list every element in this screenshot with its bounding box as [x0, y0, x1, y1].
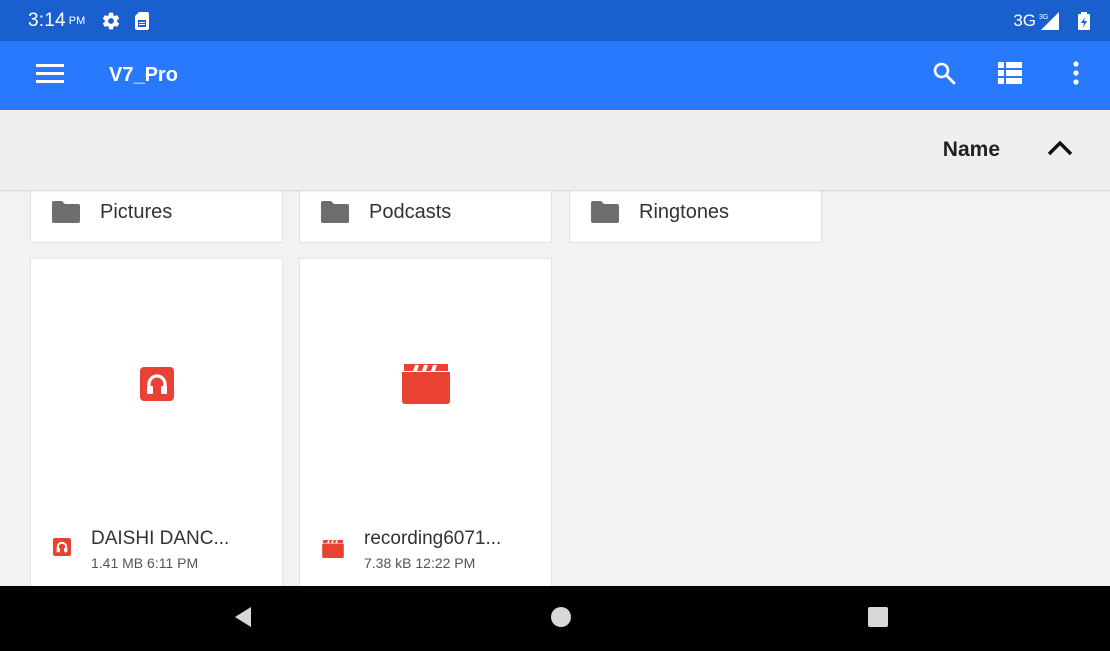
status-time: 3:14 [28, 9, 66, 31]
back-button[interactable] [213, 589, 273, 649]
file-details: 1.41 MB 6:11 PM [91, 555, 199, 571]
sort-direction-button[interactable] [1044, 134, 1076, 166]
folder-item-ringtones[interactable]: Ringtones [569, 191, 822, 243]
status-bar: 3:14 PM 3G 3G [0, 0, 1110, 41]
sort-bar: Name [0, 110, 1110, 191]
file-name: recording6071... [364, 528, 502, 549]
video-clapper-icon [401, 364, 450, 409]
folder-item-pictures[interactable]: Pictures [30, 191, 283, 243]
navigation-bar [0, 586, 1110, 651]
search-button[interactable] [922, 54, 966, 98]
file-footer: recording6071... 7.38 kB 12:22 PM [300, 527, 551, 586]
list-view-button[interactable] [988, 54, 1032, 98]
home-icon [550, 606, 572, 633]
file-grid: Pictures Podcasts Ringtones DAISHI DANC.… [0, 191, 1110, 586]
file-thumbnail [31, 259, 282, 514]
home-button[interactable] [531, 589, 591, 649]
screen: 3:14 PM 3G 3G V7_Pro Name Pictures Podca… [0, 0, 1110, 651]
video-clapper-icon [322, 540, 344, 558]
folder-name: Podcasts [369, 200, 452, 223]
file-item-audio[interactable]: DAISHI DANC... 1.41 MB 6:11 PM [30, 258, 283, 586]
more-vert-icon [1073, 61, 1079, 90]
folder-item-podcasts[interactable]: Podcasts [299, 191, 552, 243]
file-meta: DAISHI DANC... 1.41 MB 6:11 PM [91, 527, 229, 571]
status-right: 3G 3G [1013, 11, 1090, 31]
search-icon [932, 61, 956, 90]
sd-card-icon [135, 11, 150, 30]
recents-icon [868, 606, 888, 632]
app-title: V7_Pro [109, 64, 178, 86]
status-ampm: PM [68, 14, 86, 27]
list-view-icon [998, 62, 1022, 89]
file-footer: DAISHI DANC... 1.41 MB 6:11 PM [31, 527, 282, 586]
file-details: 7.38 kB 12:22 PM [364, 555, 476, 571]
menu-icon [36, 63, 64, 88]
signal-icon: 3G [1038, 11, 1060, 30]
file-name: DAISHI DANC... [91, 528, 230, 549]
network-label: 3G [1013, 10, 1036, 30]
appbar-actions [900, 54, 1098, 98]
headphones-audio-icon [53, 538, 71, 556]
file-item-video[interactable]: recording6071... 7.38 kB 12:22 PM [299, 258, 552, 586]
menu-button[interactable] [28, 54, 72, 98]
file-meta: recording6071... 7.38 kB 12:22 PM [364, 527, 501, 571]
more-options-button[interactable] [1054, 54, 1098, 98]
recents-button[interactable] [848, 589, 908, 649]
sort-by-name-button[interactable]: Name [943, 138, 1000, 162]
file-thumbnail [300, 259, 551, 514]
chevron-up-icon [1047, 140, 1073, 161]
battery-icon [1078, 11, 1090, 30]
folder-name: Pictures [100, 200, 173, 223]
folder-icon [52, 201, 80, 223]
folder-icon [321, 201, 349, 223]
headphones-audio-icon [139, 367, 174, 406]
back-icon [233, 606, 253, 633]
folder-icon [591, 201, 619, 223]
folder-name: Ringtones [639, 200, 730, 223]
app-bar: V7_Pro [0, 41, 1110, 110]
settings-gear-icon [101, 11, 121, 31]
svg-text:3G: 3G [1039, 14, 1048, 21]
